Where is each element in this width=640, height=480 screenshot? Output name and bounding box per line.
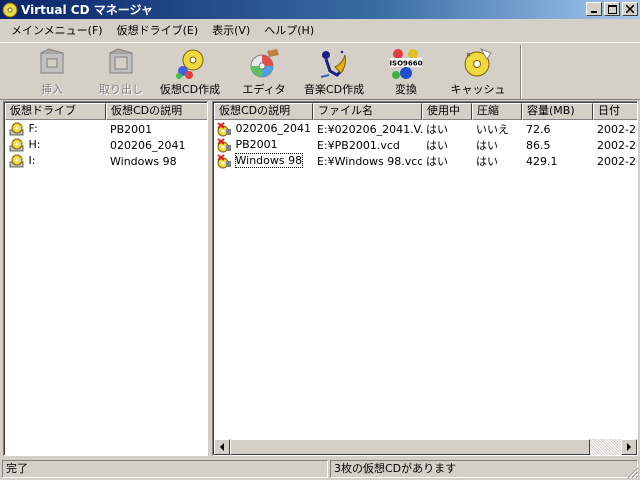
vcd-date: 2002-2- (597, 154, 638, 168)
scroll-thumb[interactable] (230, 439, 590, 455)
scroll-right-button[interactable] (621, 439, 637, 455)
col-in-use[interactable]: 使用中 (422, 103, 472, 120)
vcd-list-header: 仮想CDの説明 ファイル名 使用中 圧縮 容量(MB) 日付 (214, 103, 637, 120)
arrow-left-icon (220, 443, 224, 451)
horizontal-scrollbar[interactable] (214, 439, 637, 455)
drive-letter: I: (28, 154, 36, 167)
music-saxophone-icon (320, 50, 346, 78)
minimize-icon (591, 11, 597, 13)
menu-bar: メインメニュー(F) 仮想ドライブ(E) 表示(V) ヘルプ(H) (0, 20, 640, 40)
create-vcd-icon (176, 49, 204, 79)
scroll-left-button[interactable] (214, 439, 230, 455)
eject-button[interactable]: 取り出し (89, 47, 153, 99)
vcd-compressed: はい (476, 155, 498, 168)
cd-drive-icon (9, 122, 24, 136)
status-left: 完了 (2, 460, 328, 478)
vcd-file-icon (217, 154, 231, 169)
vcd-description: 020206_2041 (235, 122, 312, 135)
editor-label: エディタ (242, 83, 286, 96)
menu-virtual-drive[interactable]: 仮想ドライブ(E) (110, 22, 206, 38)
resize-grip-icon[interactable] (627, 467, 639, 479)
maximize-button[interactable] (604, 2, 620, 16)
window-title: Virtual CD マネージャ (21, 3, 153, 17)
eject-disc-icon (109, 48, 133, 74)
vcd-description: Windows 98 (234, 153, 304, 168)
vcd-in-use: はい (426, 139, 448, 152)
drive-row[interactable]: I: Windows 98 (5, 153, 207, 169)
vcd-row[interactable]: 020206_2041 E:¥020206_2041.V... はい いいえ 7… (214, 121, 638, 137)
col-filename[interactable]: ファイル名 (313, 103, 422, 120)
toolbar-separator (520, 45, 522, 99)
convert-button[interactable]: ISO9660 変換 (374, 47, 438, 99)
drive-letter: H: (28, 138, 41, 151)
create-vcd-button[interactable]: 仮想CD作成 (158, 47, 222, 99)
create-vcd-label: 仮想CD作成 (159, 83, 221, 96)
close-icon (626, 5, 634, 13)
music-cd-label: 音楽CD作成 (303, 83, 365, 96)
drive-row[interactable]: F: PB2001 (5, 121, 207, 137)
col-virtual-drive[interactable]: 仮想ドライブ (5, 103, 106, 120)
editor-icon (250, 49, 279, 78)
cache-button[interactable]: キャッシュ (446, 47, 510, 99)
insert-button[interactable]: 挿入 (20, 47, 84, 99)
convert-label: 変換 (395, 83, 417, 96)
vcd-row[interactable]: Windows 98 E:¥Windows 98.vcd はい はい 429.1… (214, 153, 638, 169)
vcd-date: 2002-2- (597, 122, 638, 136)
vcd-description: PB2001 (235, 138, 278, 151)
convert-iso-icon: ISO9660 (389, 49, 423, 79)
vcd-file-icon (217, 122, 231, 137)
cd-drive-icon (9, 154, 24, 168)
col-compression[interactable]: 圧縮 (472, 103, 522, 120)
app-cd-icon (2, 2, 18, 17)
status-bar: 完了 3枚の仮想CDがあります (0, 458, 640, 480)
close-button[interactable] (622, 2, 638, 16)
toolbar: 挿入 取り出し 仮想CD作成 エディタ 音楽CD作成 ISO9660 変換 キャ… (0, 42, 640, 100)
vcd-file-icon (217, 138, 231, 153)
cache-label: キャッシュ (450, 83, 506, 96)
menu-view[interactable]: 表示(V) (205, 22, 257, 38)
insert-disc-icon (40, 48, 64, 74)
vcd-row[interactable]: PB2001 E:¥PB2001.vcd はい はい 86.5 2002-2- (214, 137, 638, 153)
drive-description: 020206_2041 (110, 138, 186, 152)
col-date[interactable]: 日付 (593, 103, 637, 120)
drives-header: 仮想ドライブ 仮想CDの説明 (5, 103, 207, 120)
title-bar: Virtual CD マネージャ (0, 0, 640, 19)
cd-drive-icon (9, 138, 24, 152)
vcd-in-use: はい (426, 155, 448, 168)
minimize-button[interactable] (586, 2, 602, 16)
insert-label: 挿入 (41, 83, 63, 96)
maximize-icon (607, 4, 617, 14)
vcd-size: 86.5 (526, 138, 551, 152)
vcd-compressed: はい (476, 139, 498, 152)
vcd-filename: E:¥Windows 98.vcd (317, 154, 422, 168)
drive-letter: F: (28, 122, 38, 135)
vcd-size: 72.6 (526, 122, 551, 136)
drive-description: Windows 98 (110, 154, 177, 168)
vcd-date: 2002-2- (597, 138, 638, 152)
vcd-in-use: はい (426, 123, 448, 136)
eject-label: 取り出し (99, 83, 143, 96)
drive-description: PB2001 (110, 122, 153, 136)
vcd-size: 429.1 (526, 154, 558, 168)
col-vcd-description[interactable]: 仮想CDの説明 (214, 103, 313, 120)
col-size-mb[interactable]: 容量(MB) (522, 103, 593, 120)
status-right: 3枚の仮想CDがあります (330, 460, 638, 478)
iso9660-badge-text: ISO9660 (389, 60, 422, 68)
editor-button[interactable]: エディタ (232, 47, 296, 99)
vcd-compressed: いいえ (476, 123, 509, 136)
col-vcd-description[interactable]: 仮想CDの説明 (106, 103, 207, 120)
vcd-filename: E:¥020206_2041.V... (317, 122, 422, 136)
vcd-filename: E:¥PB2001.vcd (317, 138, 400, 152)
cache-disc-icon (464, 47, 492, 77)
drive-row[interactable]: H: 020206_2041 (5, 137, 207, 153)
music-cd-button[interactable]: 音楽CD作成 (302, 47, 366, 99)
vcd-list-pane[interactable]: 仮想CDの説明 ファイル名 使用中 圧縮 容量(MB) 日付 020206_20… (212, 101, 638, 456)
menu-help[interactable]: ヘルプ(H) (257, 22, 321, 38)
arrow-right-icon (627, 443, 631, 451)
menu-main[interactable]: メインメニュー(F) (4, 22, 110, 38)
drives-pane[interactable]: 仮想ドライブ 仮想CDの説明 F: PB2001 H: 020206_2041 … (3, 101, 208, 456)
